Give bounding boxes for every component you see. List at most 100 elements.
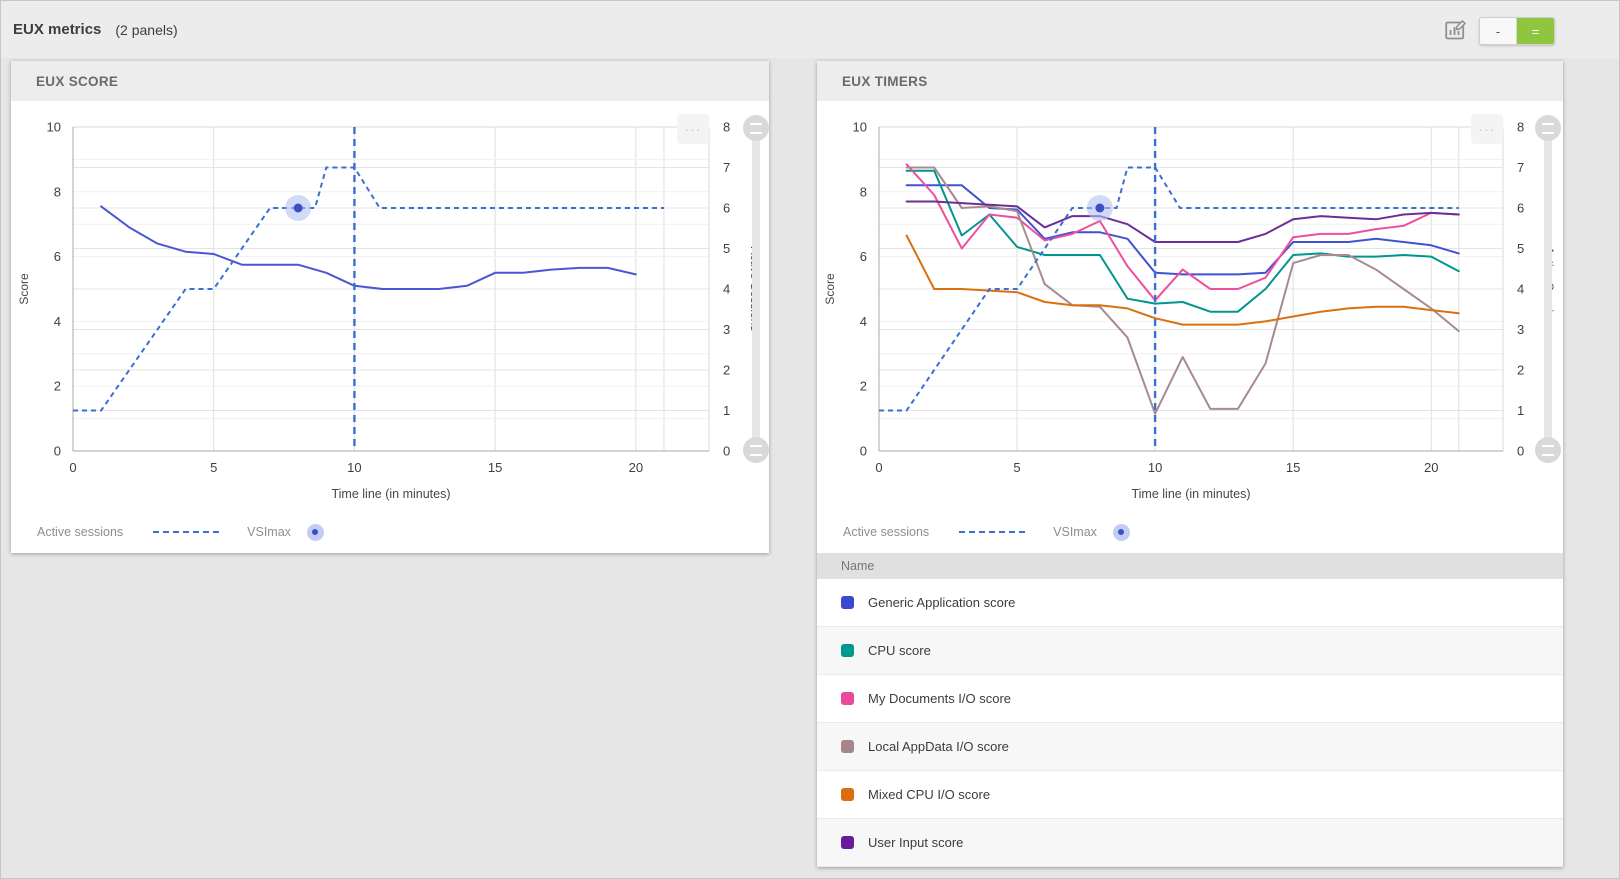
axis-label: 5 <box>1517 241 1524 256</box>
axis-label: 8 <box>723 120 730 135</box>
vsimax-marker-dot[interactable] <box>1095 204 1104 213</box>
axis-label: Time line (in minutes) <box>1131 487 1250 501</box>
axis-label: 7 <box>1517 160 1524 175</box>
axis-label: 6 <box>860 249 867 264</box>
axis-label: 20 <box>1424 460 1438 475</box>
chart-menu-icon[interactable]: ··· <box>1471 114 1503 144</box>
axis-label: 6 <box>723 201 730 216</box>
line-chart-svg: 051015200246810012345678Time line (in mi… <box>11 101 769 506</box>
series-color-swatch-icon <box>841 596 854 609</box>
panel-title: EUX TIMERS <box>842 74 928 89</box>
axis-label: 2 <box>54 379 61 394</box>
vsimax-legend-dot-icon <box>1113 524 1130 541</box>
vsimax-legend-label[interactable]: VSImax <box>247 525 291 539</box>
eux-timers-chart-area[interactable]: 051015200246810012345678Time line (in mi… <box>817 101 1563 511</box>
series-table-row[interactable]: My Documents I/O score <box>817 675 1563 723</box>
chart-legend: Active sessions VSImax <box>11 511 769 553</box>
series-color-swatch-icon <box>841 692 854 705</box>
axis-label: 2 <box>1517 363 1524 378</box>
chart-menu-icon[interactable]: ··· <box>677 114 709 144</box>
axis-label: 4 <box>54 314 61 329</box>
edit-charts-icon[interactable] <box>1443 18 1467 42</box>
axis-label: 10 <box>47 120 61 135</box>
axis-label: 10 <box>347 460 361 475</box>
eux-score-panel: EUX SCORE 051015200246810012345678Time l… <box>11 61 769 553</box>
eux-score-chart-area[interactable]: 051015200246810012345678Time line (in mi… <box>11 101 769 511</box>
vsimax-marker-dot[interactable] <box>294 204 303 213</box>
layout-toggle: - = <box>1479 17 1555 45</box>
vsimax-legend-label[interactable]: VSImax <box>1053 525 1097 539</box>
axis-label: 15 <box>1286 460 1300 475</box>
axis-label: 0 <box>1517 444 1524 459</box>
axis-label: Time line (in minutes) <box>331 487 450 501</box>
axis-label: 2 <box>723 363 730 378</box>
series-line[interactable] <box>907 164 1459 300</box>
axis-label: 10 <box>1148 460 1162 475</box>
axis-label: Active Sessions <box>748 247 762 332</box>
eux-timers-panel: EUX TIMERS 051015200246810012345678Time … <box>817 61 1563 867</box>
axis-label: 4 <box>860 314 867 329</box>
slider-handle-top[interactable] <box>743 115 769 141</box>
series-name-label: User Input score <box>868 835 963 850</box>
active-sessions-legend-line <box>153 531 219 533</box>
axis-label: 4 <box>723 282 730 297</box>
series-table-row[interactable]: Generic Application score <box>817 579 1563 627</box>
series-table-row[interactable]: User Input score <box>817 819 1563 867</box>
axis-label: 1 <box>1517 403 1524 418</box>
axis-label: 5 <box>210 460 217 475</box>
series-color-swatch-icon <box>841 740 854 753</box>
series-table-row[interactable]: Mixed CPU I/O score <box>817 771 1563 819</box>
axis-label: 6 <box>54 249 61 264</box>
axis-label: 7 <box>723 160 730 175</box>
axis-label: Score <box>823 273 837 305</box>
line-chart-svg: 051015200246810012345678Time line (in mi… <box>817 101 1563 506</box>
axis-label: 8 <box>54 184 61 199</box>
axis-label: 0 <box>54 444 61 459</box>
series-table-header: Name <box>817 553 1563 579</box>
axis-label: 4 <box>1517 282 1524 297</box>
series-color-swatch-icon <box>841 836 854 849</box>
axis-label: 5 <box>1013 460 1020 475</box>
panel-title: EUX SCORE <box>36 74 118 89</box>
axis-label: 0 <box>69 460 76 475</box>
axis-label: Score <box>17 273 31 305</box>
active-sessions-legend-label[interactable]: Active sessions <box>843 525 929 539</box>
eux-score-panel-header: EUX SCORE <box>11 61 769 101</box>
panel-count: (2 panels) <box>115 22 177 38</box>
axis-label: 8 <box>1517 120 1524 135</box>
series-name-label: My Documents I/O score <box>868 691 1011 706</box>
layout-toggle-expanded-button[interactable]: = <box>1517 18 1554 44</box>
axis-label: 3 <box>1517 322 1524 337</box>
series-color-swatch-icon <box>841 788 854 801</box>
series-table-row[interactable]: Local AppData I/O score <box>817 723 1563 771</box>
axis-label: 0 <box>875 460 882 475</box>
slider-handle-top[interactable] <box>1535 115 1561 141</box>
axis-label: 5 <box>723 241 730 256</box>
active-sessions-legend-label[interactable]: Active sessions <box>37 525 123 539</box>
series-name-label: Local AppData I/O score <box>868 739 1009 754</box>
eux-timers-panel-header: EUX TIMERS <box>817 61 1563 101</box>
axis-label: 0 <box>860 444 867 459</box>
axis-label: 15 <box>488 460 502 475</box>
series-name-label: CPU score <box>868 643 931 658</box>
eux-metrics-dashboard: { "topbar": { "title": "EUX metrics", "s… <box>0 0 1620 879</box>
slider-handle-bottom[interactable] <box>1535 437 1561 463</box>
series-color-swatch-icon <box>841 644 854 657</box>
axis-label: 2 <box>860 379 867 394</box>
layout-toggle-collapsed-button[interactable]: - <box>1480 18 1517 44</box>
page-title: EUX metrics <box>13 21 101 38</box>
slider-handle-bottom[interactable] <box>743 437 769 463</box>
top-bar: EUX metrics (2 panels) - = <box>1 1 1619 58</box>
axis-label: 20 <box>629 460 643 475</box>
series-table: Generic Application score CPU score My Doc… <box>817 579 1563 867</box>
axis-label: 8 <box>860 184 867 199</box>
series-name-label: Generic Application score <box>868 595 1015 610</box>
axis-label: Active Sessions <box>1542 247 1556 332</box>
axis-label: 1 <box>723 403 730 418</box>
active-sessions-legend-line <box>959 531 1025 533</box>
axis-label: 0 <box>723 444 730 459</box>
series-table-row[interactable]: CPU score <box>817 627 1563 675</box>
chart-legend: Active sessions VSImax <box>817 511 1563 553</box>
vsimax-legend-dot-icon <box>307 524 324 541</box>
series-line[interactable] <box>101 206 636 289</box>
